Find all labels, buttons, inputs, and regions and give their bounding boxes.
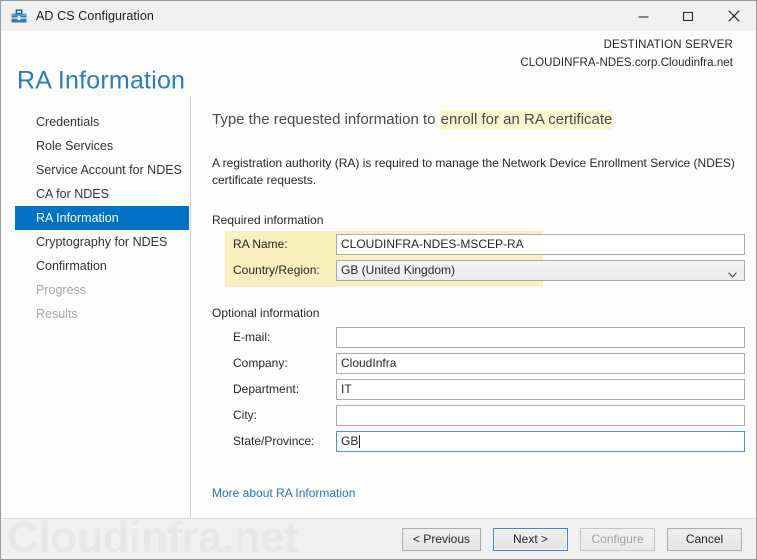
previous-button[interactable]: < Previous (401, 527, 481, 551)
email-label: E-mail: (233, 330, 271, 345)
ra-name-input[interactable]: CLOUDINFRA-NDES-MSCEP-RA (336, 233, 745, 255)
ra-name-control: CLOUDINFRA-NDES-MSCEP-RA (336, 233, 745, 255)
field-row-state-province: State/Province: GB (212, 428, 756, 454)
window-controls (621, 1, 756, 31)
window-titlebar: AD CS Configuration (1, 1, 756, 31)
window-footer: Cloudinfra.net < Previous Next > Configu… (1, 518, 756, 559)
maximize-button[interactable] (666, 1, 711, 31)
wizard-navigation-sidebar: Credentials Role Services Service Accoun… (1, 96, 191, 518)
email-input[interactable] (336, 326, 745, 348)
field-row-department: Department: IT (212, 376, 756, 402)
sidebar-item-label: Cryptography for NDES (36, 235, 168, 249)
configure-button: Configure (580, 527, 655, 551)
page-header: RA Information DESTINATION SERVER CLOUDI… (1, 31, 756, 96)
ad-cs-configuration-window: AD CS Configuration RA Information DESTI… (0, 0, 757, 560)
sidebar-item-role-services[interactable]: Role Services (15, 134, 189, 158)
sidebar-item-label: Progress (36, 283, 87, 297)
sidebar-item-progress: Progress (15, 278, 189, 302)
required-information-group: RA Name: CLOUDINFRA-NDES-MSCEP-RA Countr… (212, 231, 756, 288)
country-region-control: GB (United Kingdom) (336, 259, 745, 281)
company-label: Company: (233, 356, 288, 371)
department-input[interactable]: IT (336, 378, 745, 400)
destination-server-label: DESTINATION SERVER (603, 39, 733, 51)
sidebar-item-cryptography-for-ndes[interactable]: Cryptography for NDES (15, 230, 189, 254)
field-row-email: E-mail: (212, 324, 756, 350)
window-title: AD CS Configuration (36, 9, 154, 23)
sidebar-item-credentials[interactable]: Credentials (15, 110, 189, 134)
destination-server-name: CLOUDINFRA-NDES.corp.Cloudinfra.net (520, 56, 733, 69)
window-body: Credentials Role Services Service Accoun… (1, 96, 756, 518)
email-control (336, 326, 745, 348)
state-province-value: GB (341, 434, 359, 449)
field-row-company: Company: CloudInfra (212, 350, 756, 376)
close-button[interactable] (711, 1, 756, 31)
instruction-highlighted-text: enroll for an RA certificate (439, 110, 614, 130)
sidebar-item-label: Service Account for NDES (36, 163, 182, 177)
state-province-label: State/Province: (233, 434, 315, 449)
country-region-select[interactable]: GB (United Kingdom) (336, 259, 745, 281)
city-control (336, 404, 745, 426)
optional-information-group: E-mail: Company: CloudInfra Department: … (212, 324, 756, 454)
watermark-text: Cloudinfra.net (7, 518, 299, 559)
more-about-ra-information-link[interactable]: More about RA Information (212, 486, 355, 500)
department-control: IT (336, 378, 745, 400)
sidebar-item-ca-for-ndes[interactable]: CA for NDES (15, 182, 189, 206)
ra-name-label: RA Name: (233, 237, 288, 252)
sidebar-item-results: Results (15, 302, 189, 326)
optional-information-label: Optional information (212, 306, 320, 321)
sidebar-item-confirmation[interactable]: Confirmation (15, 254, 189, 278)
minimize-button[interactable] (621, 1, 666, 31)
sidebar-item-ra-information[interactable]: RA Information (15, 206, 189, 230)
city-label: City: (233, 408, 257, 423)
chevron-down-icon (728, 267, 737, 278)
sidebar-item-service-account-for-ndes[interactable]: Service Account for NDES (15, 158, 189, 182)
next-button[interactable]: Next > (493, 527, 568, 551)
field-row-ra-name: RA Name: CLOUDINFRA-NDES-MSCEP-RA (212, 231, 756, 257)
description-text: A registration authority (RA) is require… (212, 155, 735, 187)
main-content-pane: Type the requested information to enroll… (191, 96, 756, 518)
page-title: RA Information (17, 66, 186, 95)
sidebar-item-label: RA Information (36, 211, 119, 225)
destination-server-block: DESTINATION SERVER CLOUDINFRA-NDES.corp.… (520, 37, 733, 73)
toolbox-icon (10, 7, 28, 25)
state-province-control: GB (336, 430, 745, 452)
city-input[interactable] (336, 404, 745, 426)
department-label: Department: (233, 382, 300, 397)
country-region-value: GB (United Kingdom) (341, 263, 456, 278)
state-province-input[interactable]: GB (336, 430, 745, 452)
ra-name-value: CLOUDINFRA-NDES-MSCEP-RA (341, 237, 524, 252)
department-value: IT (341, 382, 352, 397)
required-information-label: Required information (212, 213, 324, 228)
sidebar-item-label: Confirmation (36, 259, 107, 273)
field-row-country-region: Country/Region: GB (United Kingdom) (212, 257, 756, 283)
sidebar-item-label: CA for NDES (36, 187, 109, 201)
text-caret (359, 434, 361, 448)
company-input[interactable]: CloudInfra (336, 352, 745, 374)
cancel-button[interactable]: Cancel (667, 527, 742, 551)
sidebar-item-label: Credentials (36, 115, 100, 129)
country-region-label: Country/Region: (233, 263, 320, 278)
sidebar-item-label: Results (36, 307, 78, 321)
instruction-prefix: Type the requested information to (212, 111, 440, 128)
field-row-city: City: (212, 402, 756, 428)
company-value: CloudInfra (341, 356, 397, 371)
company-control: CloudInfra (336, 352, 745, 374)
sidebar-item-label: Role Services (36, 139, 114, 153)
instruction-heading: Type the requested information to enroll… (212, 110, 756, 130)
